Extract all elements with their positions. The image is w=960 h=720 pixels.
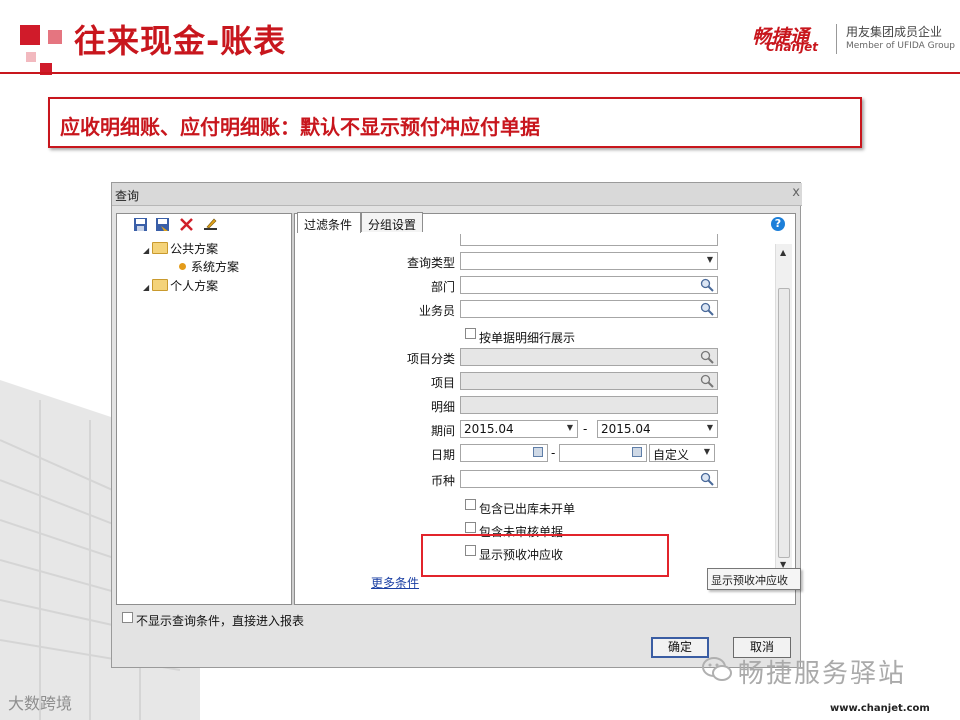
item-category-field[interactable]: [460, 348, 718, 366]
query-type-select[interactable]: ▼: [460, 252, 718, 270]
expand-triangle-icon[interactable]: ◢: [143, 283, 149, 292]
delete-icon[interactable]: [179, 217, 194, 232]
salesman-label: 业务员: [418, 304, 455, 318]
department-label: 部门: [430, 280, 455, 294]
search-icon[interactable]: [700, 278, 714, 292]
by-doc-detail-checkbox[interactable]: [465, 328, 476, 339]
wechat-icon: [702, 657, 732, 681]
brand-tagline-en: Member of UFIDA Group: [846, 41, 956, 51]
callout-text: 应收明细账、应付明细账：默认不显示预付冲应付单据: [60, 115, 540, 139]
tooltip: 显示预收冲应收: [707, 568, 801, 590]
item-field[interactable]: [460, 372, 718, 390]
highlight-box: [421, 534, 669, 577]
more-conditions-link[interactable]: 更多条件: [371, 574, 419, 591]
search-icon[interactable]: [700, 350, 714, 364]
tree-label-system: 系统方案: [191, 260, 240, 274]
tab-filter-conditions[interactable]: 过滤条件: [297, 212, 361, 233]
chevron-down-icon: ▼: [706, 255, 713, 264]
search-icon[interactable]: [700, 302, 714, 316]
tree-node-public-schemes[interactable]: ◢ 公共方案: [143, 240, 218, 257]
no-show-query-checkbox[interactable]: [122, 612, 133, 623]
detail-label: 明细: [430, 400, 455, 414]
item-label: 项目: [430, 376, 455, 390]
date-to-field[interactable]: [559, 444, 647, 462]
calendar-icon[interactable]: [533, 447, 543, 457]
watermark-left: 大数跨境: [8, 694, 73, 713]
calendar-icon[interactable]: [632, 447, 642, 457]
filter-scrollbar[interactable]: ▲ ▼: [775, 244, 792, 574]
save-as-icon[interactable]: [155, 217, 170, 232]
period-label: 期间: [430, 424, 455, 438]
partial-hidden-field[interactable]: [460, 234, 718, 246]
edit-icon[interactable]: [203, 217, 218, 232]
search-icon[interactable]: [700, 374, 714, 388]
tab-group-settings[interactable]: 分组设置: [361, 212, 423, 232]
date-mode-value: 自定义: [653, 448, 690, 462]
header-divider: [0, 72, 960, 74]
query-type-label: 查询类型: [406, 256, 455, 270]
tree-node-personal-schemes[interactable]: ◢ 个人方案: [143, 277, 218, 294]
tree-label-public: 公共方案: [170, 242, 219, 256]
date-from-field[interactable]: [460, 444, 548, 462]
period-to-value: 2015.04: [601, 422, 651, 436]
currency-label: 币种: [430, 474, 455, 488]
dialog-titlebar: 查询 x: [112, 183, 802, 206]
incl-outbound-checkbox[interactable]: [465, 499, 476, 510]
date-mode-select[interactable]: 自定义 ▼: [649, 444, 715, 462]
no-show-query-label: 不显示查询条件，直接进入报表: [136, 614, 305, 628]
currency-field[interactable]: [460, 470, 718, 488]
scheme-dot-icon: [179, 263, 186, 270]
chevron-down-icon: ▼: [706, 423, 713, 432]
period-to-select[interactable]: 2015.04 ▼: [597, 420, 718, 438]
by-doc-detail-label: 按单据明细行展示: [479, 331, 576, 345]
dialog-title: 查询: [115, 189, 140, 203]
range-separator: -: [551, 446, 556, 460]
header-decor-square: [26, 52, 36, 62]
search-icon[interactable]: [700, 472, 714, 486]
save-icon[interactable]: [133, 217, 148, 232]
period-from-select[interactable]: 2015.04 ▼: [460, 420, 578, 438]
query-dialog: 查询 x ◢ 公共方案 系统方案 ◢ 个人方案 过滤条件 分组设置 ? 查询类型…: [111, 182, 802, 668]
folder-icon: [152, 279, 169, 291]
tree-node-system-scheme[interactable]: 系统方案: [179, 258, 239, 275]
item-category-label: 项目分类: [406, 352, 455, 366]
detail-field[interactable]: [460, 396, 718, 414]
range-separator: -: [583, 422, 588, 436]
brand-logo-en: Chanjet: [766, 40, 818, 54]
footer-url: www.chanjet.com: [830, 703, 930, 714]
header-decor-square: [20, 25, 40, 45]
period-from-value: 2015.04: [464, 422, 514, 436]
department-field[interactable]: [460, 276, 718, 294]
help-icon[interactable]: ?: [771, 217, 785, 231]
wechat-account-name: 畅捷服务驿站: [738, 659, 907, 689]
chevron-down-icon: ▼: [566, 423, 573, 432]
page-title: 往来现金-账表: [74, 22, 287, 60]
scroll-up-icon[interactable]: ▲: [780, 248, 786, 257]
salesman-field[interactable]: [460, 300, 718, 318]
scheme-tree-panel: ◢ 公共方案 系统方案 ◢ 个人方案: [116, 213, 292, 605]
date-label: 日期: [430, 448, 455, 462]
incl-unaudited-checkbox[interactable]: [465, 522, 476, 533]
folder-icon: [152, 242, 169, 254]
header-decor-square: [48, 30, 62, 44]
logo-divider: [836, 24, 837, 54]
incl-outbound-label: 包含已出库未开单: [479, 502, 576, 516]
close-icon[interactable]: x: [792, 185, 800, 200]
callout-banner: 应收明细账、应付明细账：默认不显示预付冲应付单据: [48, 97, 862, 148]
scrollbar-thumb[interactable]: [778, 288, 790, 558]
tree-label-personal: 个人方案: [170, 279, 219, 293]
chevron-down-icon: ▼: [703, 447, 710, 456]
brand-tagline-cn: 用友集团成员企业: [846, 25, 943, 39]
expand-triangle-icon[interactable]: ◢: [143, 246, 149, 255]
